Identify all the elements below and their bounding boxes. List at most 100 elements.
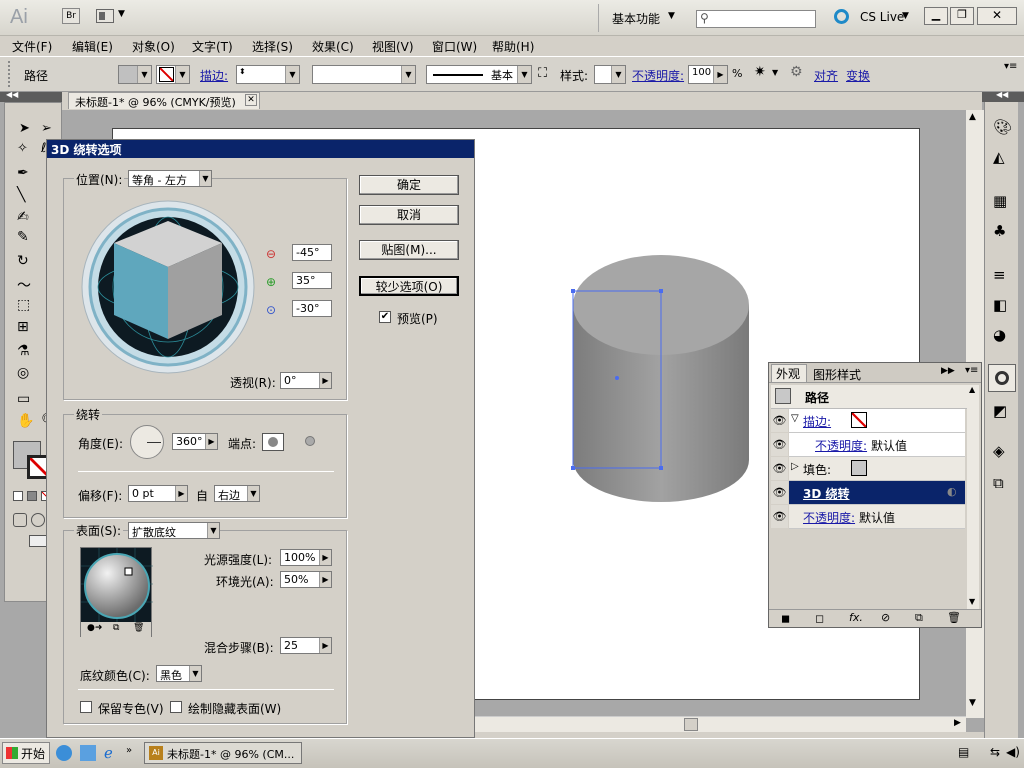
- artboards-icon[interactable]: ⧉: [993, 474, 1004, 492]
- tab-graphic-styles[interactable]: 图形样式: [813, 366, 861, 383]
- appearance-scrollbar[interactable]: ▲ ▼: [967, 385, 979, 609]
- gear-icon[interactable]: ⚙: [790, 64, 803, 80]
- rotate-x-field[interactable]: -45°: [292, 244, 332, 261]
- eye-icon[interactable]: 👁︎: [771, 505, 788, 528]
- brush-definition-dropdown[interactable]: 基本 ▼: [426, 65, 532, 84]
- move-light-back-icon[interactable]: ●➜: [87, 623, 102, 633]
- menu-object[interactable]: 对象(O): [132, 38, 175, 55]
- angle-field[interactable]: 360° ▶: [172, 433, 218, 450]
- panel-menu-icon[interactable]: ▾≡: [1004, 61, 1017, 72]
- rotation-track-cube[interactable]: [80, 199, 256, 375]
- direct-selection-tool-icon[interactable]: ➢: [41, 121, 52, 136]
- paintbrush-tool-icon[interactable]: ✍: [17, 209, 29, 225]
- add-fill-icon[interactable]: ◻: [815, 612, 824, 625]
- cap-on-button[interactable]: [262, 433, 284, 451]
- from-dropdown[interactable]: 右边 ▼: [214, 485, 260, 502]
- quicklaunch-icon[interactable]: [80, 745, 96, 761]
- workspace-switcher[interactable]: 基本功能: [612, 10, 660, 27]
- pencil-tool-icon[interactable]: ✎: [17, 229, 29, 245]
- stroke-color-dropdown[interactable]: ▼: [156, 65, 190, 84]
- angle-dial[interactable]: [130, 425, 164, 459]
- eye-icon[interactable]: 👁︎: [771, 457, 788, 480]
- opacity-link[interactable]: 不透明度:: [632, 67, 684, 84]
- appearance-row-3d-revolve[interactable]: 3D 绕转 ◐: [789, 481, 965, 505]
- appearance-row-opacity[interactable]: 不透明度: 默认值: [789, 505, 965, 529]
- rotate-y-field[interactable]: 35°: [292, 272, 332, 289]
- symbol-sprayer-tool-icon[interactable]: ◎: [17, 365, 29, 381]
- graphic-styles-icon[interactable]: ◩: [993, 402, 1007, 420]
- cs-live-chevron-icon[interactable]: ▼: [902, 11, 909, 21]
- rotate-z-field[interactable]: -30°: [292, 300, 332, 317]
- panel-menu-icon[interactable]: ▾≡: [965, 365, 978, 376]
- cancel-button[interactable]: 取消: [359, 205, 459, 225]
- free-transform-tool-icon[interactable]: ⬚: [17, 297, 30, 313]
- selection-tool-icon[interactable]: ➤: [19, 121, 30, 136]
- menu-edit[interactable]: 编辑(E): [72, 38, 113, 55]
- appearance-panel-button[interactable]: [988, 364, 1016, 392]
- perspective-field[interactable]: 0° ▶: [280, 372, 332, 389]
- mesh-tool-icon[interactable]: ⊞: [17, 319, 29, 335]
- collapse-panel-icon[interactable]: ▶▶: [941, 366, 955, 376]
- style-dropdown[interactable]: ▼: [594, 65, 626, 84]
- gradient-mode-icon[interactable]: [27, 491, 37, 501]
- cap-off-button[interactable]: [300, 433, 322, 451]
- swatches-icon[interactable]: ▦: [993, 192, 1007, 210]
- search-input[interactable]: ⚲: [696, 10, 816, 28]
- shading-color-dropdown[interactable]: 黑色 ▼: [156, 665, 202, 682]
- draw-behind-icon[interactable]: [31, 513, 45, 527]
- color-panel-icon[interactable]: 🎨︎: [993, 118, 1012, 136]
- tab-close-icon[interactable]: ✕: [245, 94, 257, 106]
- menu-type[interactable]: 文字(T): [192, 38, 233, 55]
- draw-hidden-checkbox[interactable]: [170, 701, 182, 713]
- preview-checkbox[interactable]: ✔: [379, 311, 391, 323]
- stroke-weight-field[interactable]: ⬍ ▼: [236, 65, 300, 84]
- minimize-button[interactable]: ▁: [924, 7, 948, 25]
- magic-wand-tool-icon[interactable]: ✧: [17, 141, 28, 156]
- brushes-icon[interactable]: ♣: [993, 222, 1006, 240]
- document-tab[interactable]: 未标题-1* @ 96% (CMYK/预览): [68, 92, 260, 109]
- arrange-documents-icon[interactable]: [96, 9, 114, 23]
- tray-icon[interactable]: ⇆: [990, 745, 1000, 759]
- collapse-triangle-icon[interactable]: ▷: [791, 461, 799, 472]
- position-dropdown[interactable]: 等角 - 左方 ▼: [128, 170, 212, 187]
- cylinder-artwork[interactable]: [560, 250, 760, 510]
- transparency-icon[interactable]: ◕: [993, 326, 1006, 344]
- appearance-row-stroke[interactable]: ▽ 描边:: [789, 409, 965, 433]
- stroke-opacity-link[interactable]: 不透明度:: [815, 437, 867, 454]
- new-light-icon[interactable]: ⧉: [113, 623, 119, 633]
- rotate-tool-icon[interactable]: ↻: [17, 253, 29, 269]
- delete-item-icon[interactable]: 🗑︎: [947, 611, 961, 624]
- ambient-field[interactable]: 50% ▶: [280, 571, 332, 588]
- expand-triangle-icon[interactable]: ▽: [791, 413, 799, 424]
- horizontal-scrollbar[interactable]: ▶: [474, 716, 966, 732]
- stroke-none-swatch[interactable]: [851, 412, 867, 428]
- variable-width-dropdown[interactable]: ▼: [312, 65, 416, 84]
- revolve-effect-link[interactable]: 3D 绕转: [803, 485, 850, 502]
- appearance-row-fill[interactable]: ▷ 填色:: [789, 457, 965, 481]
- align-link[interactable]: 对齐: [814, 67, 838, 84]
- draw-normal-icon[interactable]: [13, 513, 27, 527]
- gradient-panel-icon[interactable]: ◧: [993, 296, 1007, 314]
- preserve-spot-checkbox[interactable]: [80, 701, 92, 713]
- transform-link[interactable]: 变换: [846, 67, 870, 84]
- layers-icon[interactable]: ◈: [993, 442, 1005, 460]
- delete-light-icon[interactable]: 🗑︎: [133, 623, 144, 633]
- eye-icon[interactable]: 👁︎: [771, 409, 788, 432]
- taskbar-task-illustrator[interactable]: Ai 未标题-1* @ 96% (CM...: [144, 742, 302, 764]
- offset-field[interactable]: 0 pt ▶: [128, 485, 188, 502]
- stroke-link[interactable]: 描边:: [200, 67, 228, 84]
- clear-appearance-icon[interactable]: ⊘: [881, 611, 890, 624]
- cs-live-menu[interactable]: CS Live: [860, 10, 904, 24]
- artboard-tool-icon[interactable]: ▭: [17, 391, 30, 407]
- ie-icon[interactable]: ℯ: [104, 744, 113, 762]
- quicklaunch-more-icon[interactable]: »: [126, 745, 132, 756]
- lighting-sphere[interactable]: ●➜ ⧉ 🗑︎: [80, 547, 153, 637]
- menu-view[interactable]: 视图(V): [372, 38, 414, 55]
- line-tool-icon[interactable]: ╲: [17, 187, 25, 203]
- color-mode-icon[interactable]: [13, 491, 23, 501]
- bridge-button[interactable]: Br: [62, 8, 80, 24]
- light-intensity-field[interactable]: 100% ▶: [280, 549, 332, 566]
- fx-icon[interactable]: fx.: [849, 611, 863, 624]
- start-button[interactable]: 开始: [2, 742, 50, 764]
- chevron-down-icon[interactable]: ▼: [118, 9, 125, 19]
